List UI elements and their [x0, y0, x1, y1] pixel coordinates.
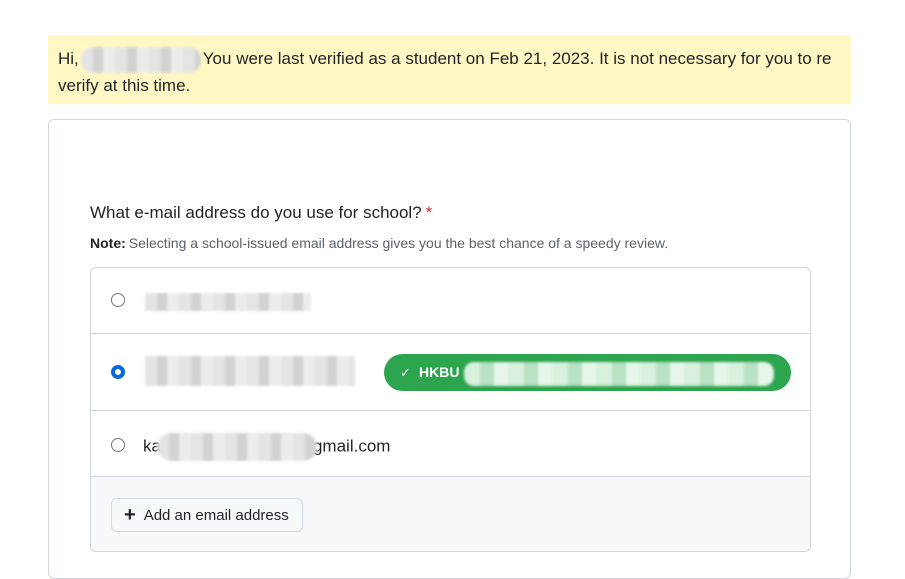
school-badge: ✓ HKBU — [384, 354, 791, 391]
redacted-email — [145, 356, 355, 386]
email-option[interactable] — [91, 268, 810, 334]
banner-greeting: Hi, — [58, 49, 79, 68]
note-text: Selecting a school-issued email address … — [128, 235, 669, 251]
verification-banner: Hi, You were last verified as a student o… — [48, 35, 851, 104]
form-note: Note: Selecting a school-issued email add… — [90, 235, 668, 251]
email-suffix: gmail.com — [312, 436, 391, 456]
redacted-email-part — [156, 433, 317, 461]
question-text: What e-mail address do you use for schoo… — [90, 203, 422, 222]
add-email-row: + Add an email address — [91, 477, 810, 551]
email-form-card: What e-mail address do you use for schoo… — [48, 119, 851, 579]
school-badge-label: HKBU — [419, 364, 460, 380]
redacted-school-name — [464, 362, 774, 386]
add-email-label: Add an email address — [143, 506, 289, 524]
email-radio[interactable] — [111, 293, 125, 307]
email-radio-selected[interactable] — [111, 365, 125, 379]
email-question: What e-mail address do you use for schoo… — [90, 203, 432, 223]
add-email-button[interactable]: + Add an email address — [111, 498, 303, 532]
check-icon: ✓ — [400, 365, 411, 380]
email-list: ✓ HKBU ka gmail.com + Add an email addres… — [90, 267, 811, 552]
redacted-email — [145, 293, 311, 311]
email-option[interactable]: ka gmail.com — [91, 411, 810, 477]
redacted-username — [80, 46, 201, 73]
note-label: Note: — [90, 235, 126, 251]
required-mark: * — [425, 203, 433, 222]
email-option-selected[interactable]: ✓ HKBU — [91, 334, 810, 411]
plus-icon: + — [124, 504, 136, 526]
email-radio[interactable] — [111, 438, 125, 452]
email-address: ka gmail.com — [143, 433, 390, 461]
